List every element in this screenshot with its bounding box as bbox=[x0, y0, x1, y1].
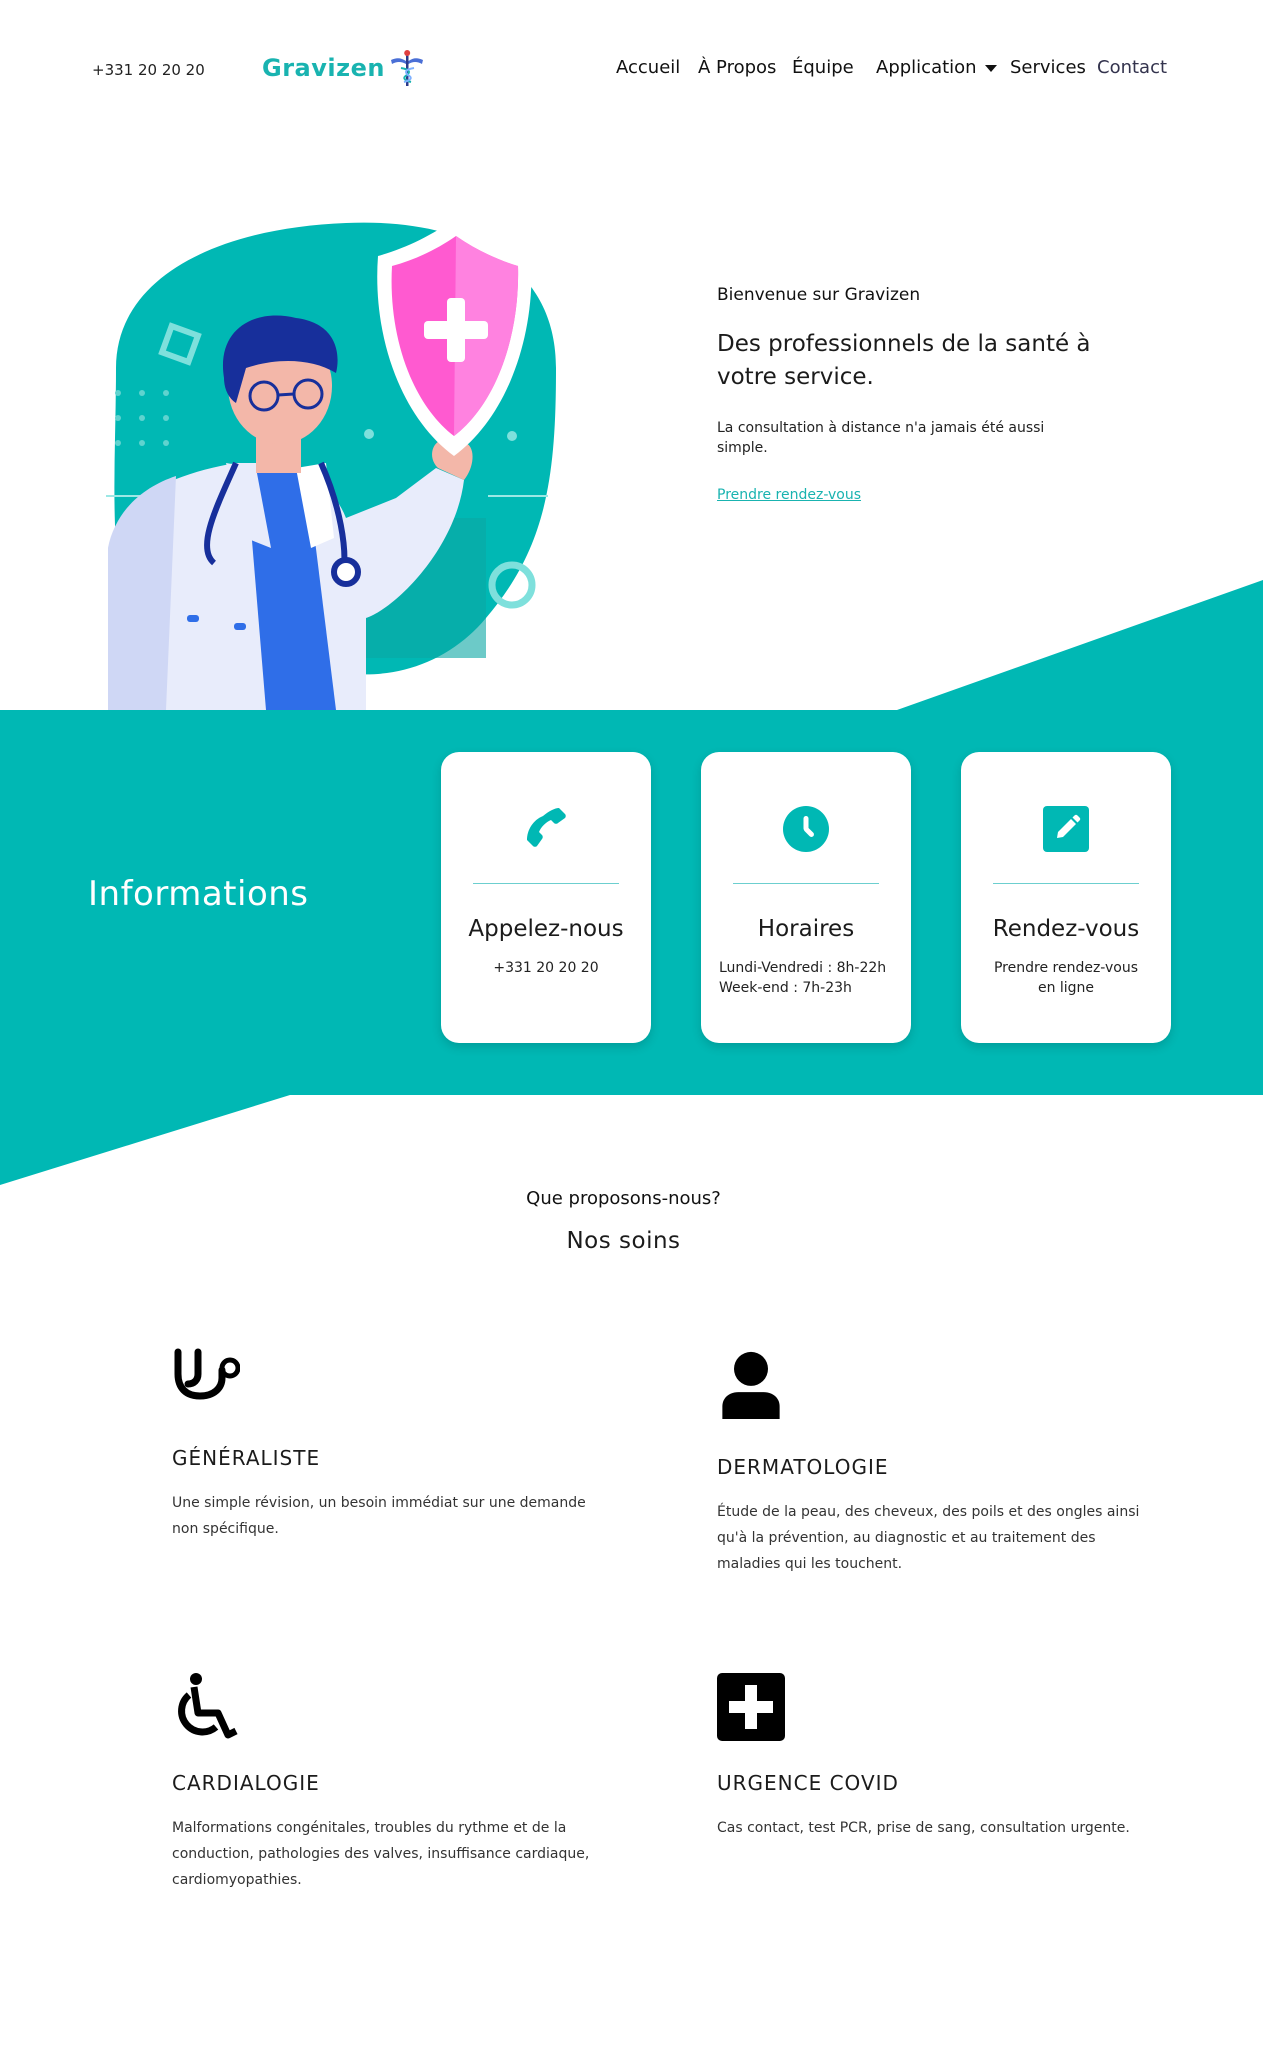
service-desc: Cas contact, test PCR, prise de sang, co… bbox=[717, 1820, 1130, 1836]
caret-down-icon bbox=[984, 64, 997, 72]
service-desc: Malformations congénitales, troubles du … bbox=[172, 1820, 590, 1888]
edit-icon bbox=[1043, 806, 1089, 852]
services-title: Nos soins bbox=[566, 1228, 681, 1254]
service-urgence-covid: URGENCE COVID Cas contact, test PCR, pri… bbox=[717, 1673, 1157, 1841]
card-divider bbox=[733, 883, 879, 884]
card-text: Lundi-Vendredi : 8h-22h Week-end : 7h-23… bbox=[719, 960, 887, 996]
nav-apropos[interactable]: À Propos bbox=[698, 57, 776, 78]
service-cardialogie: CARDIALOGIE Malformations congénitales, … bbox=[172, 1673, 612, 1893]
nav-application[interactable]: Application bbox=[876, 57, 997, 78]
hero-kicker: Bienvenue sur Gravizen bbox=[717, 285, 921, 305]
services-kicker: Que proposons-nous? bbox=[526, 1188, 721, 1209]
service-dermatologie: DERMATOLOGIE Étude de la peau, des cheve… bbox=[717, 1348, 1157, 1577]
nav-contact[interactable]: Contact bbox=[1097, 57, 1167, 78]
doctor-illustration bbox=[106, 218, 557, 710]
service-generaliste: GÉNÉRALISTE Une simple révision, un beso… bbox=[172, 1348, 612, 1542]
main-nav: Accueil À Propos Équipe Application Serv… bbox=[0, 57, 1263, 83]
clock-icon bbox=[783, 806, 829, 852]
user-icon bbox=[722, 1351, 780, 1419]
card-text: +331 20 20 20 bbox=[493, 960, 599, 976]
hero-subtitle: La consultation à distance n'a jamais ét… bbox=[717, 420, 1045, 456]
info-card-call: Appelez-nous +331 20 20 20 bbox=[441, 752, 651, 1043]
service-name: GÉNÉRALISTE bbox=[172, 1446, 321, 1470]
card-title: Appelez-nous bbox=[468, 916, 624, 942]
info-heading: Informations bbox=[88, 874, 309, 914]
service-name: URGENCE COVID bbox=[717, 1771, 899, 1795]
card-text: Prendre rendez-vous en ligne bbox=[993, 960, 1138, 996]
stethoscope-icon bbox=[174, 1348, 241, 1400]
nav-application-label: Application bbox=[876, 57, 977, 78]
info-card-hours: Horaires Lundi-Vendredi : 8h-22h Week-en… bbox=[701, 752, 911, 1043]
card-title: Horaires bbox=[757, 916, 855, 942]
nav-accueil[interactable]: Accueil bbox=[616, 57, 680, 78]
service-desc: Étude de la peau, des cheveux, des poils… bbox=[717, 1504, 1140, 1572]
wheelchair-icon bbox=[178, 1673, 238, 1739]
service-name: CARDIALOGIE bbox=[172, 1771, 320, 1795]
card-divider bbox=[473, 883, 619, 884]
service-desc: Une simple révision, un besoin immédiat … bbox=[172, 1495, 586, 1537]
hero-title: Des professionnels de la santé à votre s… bbox=[717, 331, 1091, 390]
info-card-appointment[interactable]: Rendez-vous Prendre rendez-vous en ligne bbox=[961, 752, 1171, 1043]
nav-services[interactable]: Services bbox=[1010, 57, 1086, 78]
site-header: +331 20 20 20 Gravizen Accueil À Propos … bbox=[0, 0, 1263, 140]
card-title: Rendez-vous bbox=[992, 916, 1140, 942]
book-appointment-link[interactable]: Prendre rendez-vous bbox=[717, 487, 861, 503]
nav-equipe[interactable]: Équipe bbox=[792, 57, 854, 78]
phone-icon bbox=[527, 808, 566, 847]
service-name: DERMATOLOGIE bbox=[717, 1455, 889, 1479]
hero-text: Bienvenue sur Gravizen Des professionnel… bbox=[717, 285, 1097, 503]
plus-square-icon bbox=[717, 1673, 785, 1741]
card-divider bbox=[993, 883, 1139, 884]
